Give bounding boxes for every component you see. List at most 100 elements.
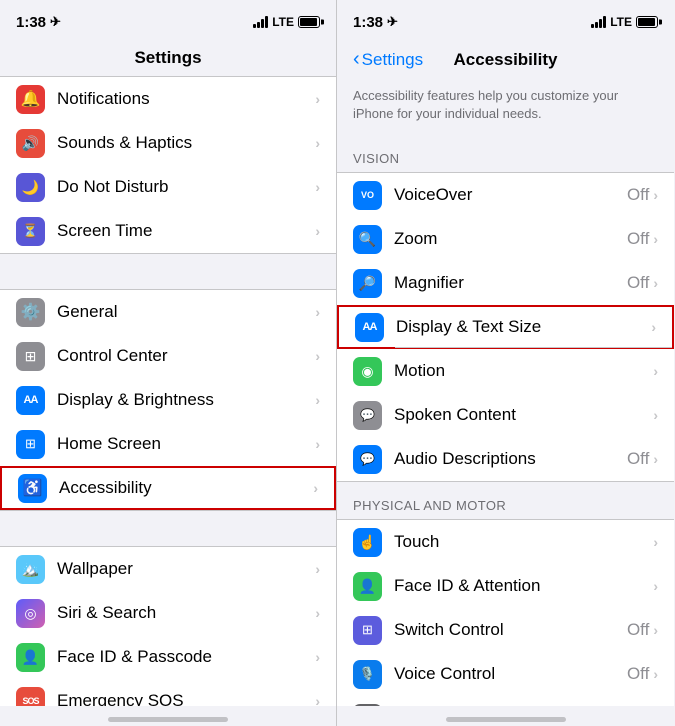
accessibility-item-zoom[interactable]: 🔍 Zoom Off › bbox=[337, 217, 674, 261]
accessibility-desc: Accessibility features help you customiz… bbox=[337, 79, 674, 135]
sidebar-item-homescreen[interactable]: ⊞ Home Screen › bbox=[0, 422, 336, 466]
back-button[interactable]: ‹ Settings bbox=[353, 48, 423, 71]
accessibility-item-voiceover[interactable]: VO VoiceOver Off › bbox=[337, 173, 674, 217]
accessibility-item-displaytextsize[interactable]: AA Display & Text Size › bbox=[337, 305, 674, 349]
controlcenter-chevron: › bbox=[315, 348, 320, 364]
accessibility-item-magnifier[interactable]: 🔎 Magnifier Off › bbox=[337, 261, 674, 305]
accessibility-item-spoken[interactable]: 💬 Spoken Content › bbox=[337, 393, 674, 437]
right-signal-bars bbox=[591, 16, 606, 28]
voiceover-chevron: › bbox=[653, 187, 658, 203]
bar4 bbox=[265, 16, 268, 28]
left-panel: 1:38 ✈ LTE Settings 🔔 Notifications › bbox=[0, 0, 337, 726]
touch-chevron: › bbox=[653, 534, 658, 550]
voiceover-icon: VO bbox=[353, 181, 382, 210]
sidebar-item-siri[interactable]: ◎ Siri & Search › bbox=[0, 591, 336, 635]
accessibility-chevron: › bbox=[313, 480, 318, 496]
accessibility-item-touch[interactable]: ☝️ Touch › bbox=[337, 520, 674, 564]
accessibility-item-sidebutton[interactable]: ▌ Side Button › bbox=[337, 696, 674, 706]
displaytextsize-label: Display & Text Size bbox=[396, 317, 651, 337]
emergency-label: Emergency SOS bbox=[57, 691, 315, 706]
accessibility-label: Accessibility bbox=[59, 478, 313, 498]
faceid-att-chevron: › bbox=[653, 578, 658, 594]
sidebar-item-wallpaper[interactable]: 🏔️ Wallpaper › bbox=[0, 547, 336, 591]
sidebar-item-general[interactable]: ⚙️ General › bbox=[0, 290, 336, 334]
switchcontrol-label: Switch Control bbox=[394, 620, 627, 640]
touch-label: Touch bbox=[394, 532, 653, 552]
siri-label: Siri & Search bbox=[57, 603, 315, 623]
accessibility-item-audiodesc[interactable]: 💬 Audio Descriptions Off › bbox=[337, 437, 674, 481]
sidebar-item-accessibility[interactable]: ♿ Accessibility › bbox=[0, 466, 336, 510]
accessibility-item-voicecontrol[interactable]: 🎙️ Voice Control Off › bbox=[337, 652, 674, 696]
accessibility-icon: ♿ bbox=[18, 474, 47, 503]
displaytextsize-icon: AA bbox=[355, 313, 384, 342]
bar3 bbox=[261, 19, 264, 28]
spoken-chevron: › bbox=[653, 407, 658, 423]
right-location-icon: ✈ bbox=[387, 14, 398, 30]
back-label: Settings bbox=[362, 50, 423, 70]
right-status-icons: LTE bbox=[591, 15, 658, 29]
left-status-icons: LTE bbox=[253, 15, 320, 29]
faceid-att-icon: 👤 bbox=[353, 572, 382, 601]
voicecontrol-label: Voice Control bbox=[394, 664, 627, 684]
general-icon: ⚙️ bbox=[16, 298, 45, 327]
magnifier-value: Off bbox=[627, 273, 649, 293]
wallpaper-chevron: › bbox=[315, 561, 320, 577]
audiodesc-icon: 💬 bbox=[353, 445, 382, 474]
sidebar-item-screentime[interactable]: ⏳ Screen Time › bbox=[0, 209, 336, 253]
right-lte: LTE bbox=[610, 15, 632, 29]
notifications-label: Notifications bbox=[57, 89, 315, 109]
left-signal-bars bbox=[253, 16, 268, 28]
sidebutton-icon: ▌ bbox=[353, 704, 382, 706]
homescreen-chevron: › bbox=[315, 436, 320, 452]
touch-icon: ☝️ bbox=[353, 528, 382, 557]
sounds-label: Sounds & Haptics bbox=[57, 133, 315, 153]
left-battery-icon bbox=[298, 16, 320, 28]
wallpaper-label: Wallpaper bbox=[57, 559, 315, 579]
bar2 bbox=[257, 22, 260, 28]
switchcontrol-icon: ⊞ bbox=[353, 616, 382, 645]
sidebar-item-dnd[interactable]: 🌙 Do Not Disturb › bbox=[0, 165, 336, 209]
right-battery-fill bbox=[638, 18, 655, 26]
accessibility-item-motion[interactable]: ◉ Motion › bbox=[337, 349, 674, 393]
magnifier-chevron: › bbox=[653, 275, 658, 291]
sidebar-item-display[interactable]: AA Display & Brightness › bbox=[0, 378, 336, 422]
sidebar-item-sounds[interactable]: 🔊 Sounds & Haptics › bbox=[0, 121, 336, 165]
dnd-icon: 🌙 bbox=[16, 173, 45, 202]
right-panel-title: Accessibility bbox=[454, 50, 558, 70]
notifications-chevron: › bbox=[315, 91, 320, 107]
left-group-3: 🏔️ Wallpaper › ◎ Siri & Search › 👤 Face … bbox=[0, 546, 336, 706]
right-scroll-area[interactable]: Accessibility features help you customiz… bbox=[337, 79, 674, 706]
rbar1 bbox=[591, 24, 594, 28]
general-label: General bbox=[57, 302, 315, 322]
display-label: Display & Brightness bbox=[57, 390, 315, 410]
emergency-icon: SOS bbox=[16, 687, 45, 707]
right-panel: 1:38 ✈ LTE ‹ Settings Accessibility Acce… bbox=[337, 0, 674, 726]
homescreen-icon: ⊞ bbox=[16, 430, 45, 459]
vision-group: VO VoiceOver Off › 🔍 Zoom Off › 🔎 Magnif… bbox=[337, 172, 674, 482]
sidebar-item-emergency[interactable]: SOS Emergency SOS › bbox=[0, 679, 336, 706]
wallpaper-icon: 🏔️ bbox=[16, 555, 45, 584]
left-panel-title: Settings bbox=[0, 44, 336, 76]
dnd-chevron: › bbox=[315, 179, 320, 195]
left-status-bar: 1:38 ✈ LTE bbox=[0, 0, 336, 44]
sidebar-item-controlcenter[interactable]: ⊞ Control Center › bbox=[0, 334, 336, 378]
accessibility-item-faceid-att[interactable]: 👤 Face ID & Attention › bbox=[337, 564, 674, 608]
left-time: 1:38 ✈ bbox=[16, 14, 61, 31]
magnifier-label: Magnifier bbox=[394, 273, 627, 293]
gap-2 bbox=[0, 511, 336, 546]
zoom-chevron: › bbox=[653, 231, 658, 247]
right-nav-bar: ‹ Settings Accessibility bbox=[337, 44, 674, 79]
switchcontrol-value: Off bbox=[627, 620, 649, 640]
rbar2 bbox=[595, 22, 598, 28]
accessibility-item-switchcontrol[interactable]: ⊞ Switch Control Off › bbox=[337, 608, 674, 652]
left-scroll-area[interactable]: 🔔 Notifications › 🔊 Sounds & Haptics › 🌙… bbox=[0, 76, 336, 706]
sidebar-item-faceid[interactable]: 👤 Face ID & Passcode › bbox=[0, 635, 336, 679]
sidebar-item-notifications[interactable]: 🔔 Notifications › bbox=[0, 77, 336, 121]
faceid-icon: 👤 bbox=[16, 643, 45, 672]
gap-1 bbox=[0, 254, 336, 289]
faceid-chevron: › bbox=[315, 649, 320, 665]
sounds-chevron: › bbox=[315, 135, 320, 151]
left-home-bar bbox=[108, 717, 228, 722]
right-battery-icon bbox=[636, 16, 658, 28]
general-chevron: › bbox=[315, 304, 320, 320]
